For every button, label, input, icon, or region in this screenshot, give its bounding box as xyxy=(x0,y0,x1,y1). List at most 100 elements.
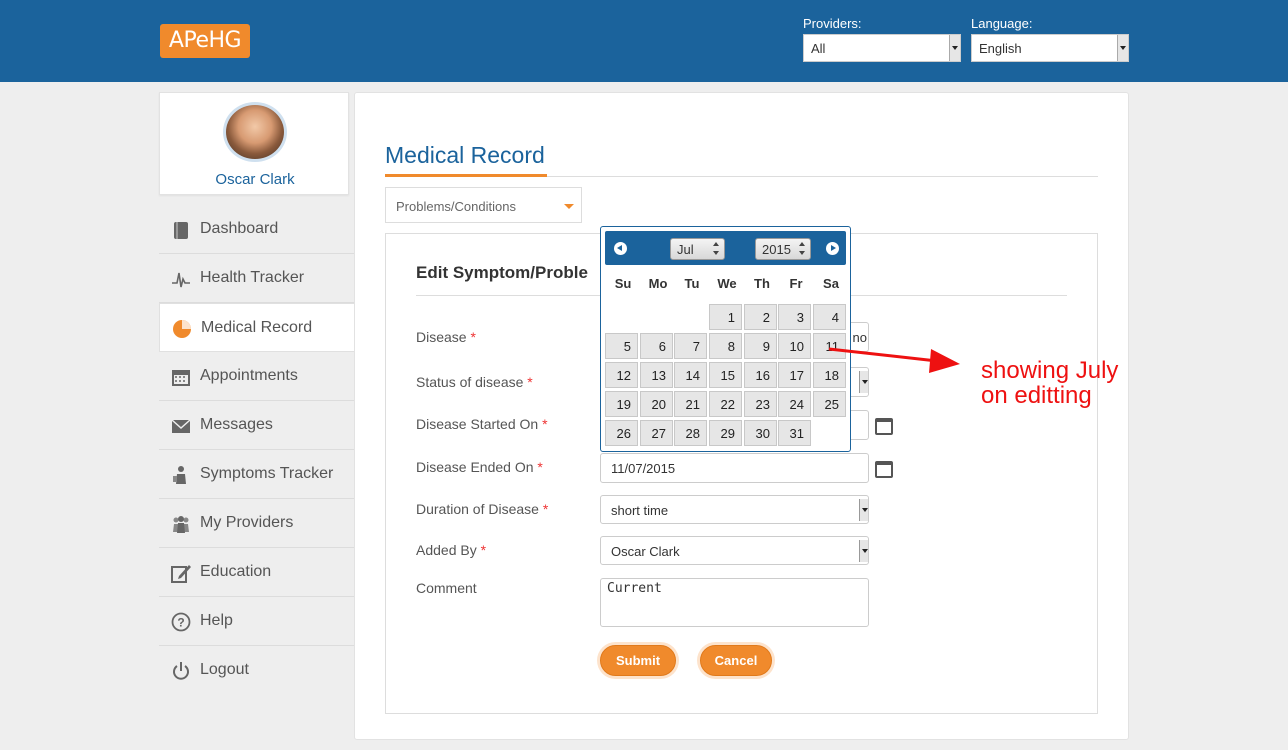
weekday-header: Sa xyxy=(823,276,839,291)
calendar-day[interactable]: 1 xyxy=(709,304,742,330)
weekday-header: Th xyxy=(754,276,770,291)
calendar-day[interactable]: 19 xyxy=(605,391,638,417)
calendar-icon xyxy=(172,370,190,386)
pie-chart-icon xyxy=(173,320,191,338)
sidebar-item-education[interactable]: Education xyxy=(159,548,354,597)
book-icon xyxy=(174,222,188,239)
calendar-icon[interactable] xyxy=(875,461,893,478)
calendar-day[interactable]: 28 xyxy=(674,420,707,446)
annotation-arrow-icon xyxy=(828,347,960,373)
sidebar-item-label: Help xyxy=(200,612,233,629)
envelope-icon xyxy=(171,419,191,433)
calendar-day[interactable]: 27 xyxy=(640,420,673,446)
calendar-day[interactable]: 29 xyxy=(709,420,742,446)
sidebar-item-symptoms-tracker[interactable]: Symptoms Tracker xyxy=(159,450,354,499)
profile-name[interactable]: Oscar Clark xyxy=(160,171,350,188)
calendar-day[interactable]: 9 xyxy=(744,333,777,359)
spinner-icon xyxy=(799,242,806,256)
calendar-day[interactable]: 20 xyxy=(640,391,673,417)
calendar-day[interactable]: 12 xyxy=(605,362,638,388)
calendar-day[interactable]: 26 xyxy=(605,420,638,446)
duration-select[interactable]: short time xyxy=(600,495,869,524)
calendar-icon[interactable] xyxy=(875,418,893,435)
weekday-header: Su xyxy=(614,276,632,291)
year-select[interactable]: 2015 xyxy=(755,238,811,260)
profile-card: Oscar Clark xyxy=(159,92,349,195)
sidebar-item-label: Health Tracker xyxy=(200,269,305,286)
calendar-day[interactable]: 17 xyxy=(778,362,811,388)
avatar[interactable] xyxy=(223,102,287,162)
providers-label: Providers: xyxy=(803,16,862,31)
dropdown-arrow-icon xyxy=(859,499,868,521)
calendar-day[interactable]: 16 xyxy=(744,362,777,388)
calendar-day[interactable]: 22 xyxy=(709,391,742,417)
sidebar-item-label: Logout xyxy=(200,661,249,678)
svg-text:?: ? xyxy=(177,616,184,630)
weekday-header: Tu xyxy=(684,276,700,291)
sidebar-item-label: Appointments xyxy=(200,367,298,384)
calendar-day[interactable]: 7 xyxy=(674,333,707,359)
sidebar-nav: Dashboard Health Tracker Medical Record … xyxy=(159,205,355,695)
category-select[interactable]: Problems/Conditions xyxy=(385,187,582,223)
calendar-day[interactable]: 6 xyxy=(640,333,673,359)
month-select[interactable]: Jul xyxy=(670,238,725,260)
heartbeat-icon xyxy=(172,272,190,288)
calendar-day[interactable]: 3 xyxy=(778,304,811,330)
calendar-day[interactable]: 10 xyxy=(778,333,811,359)
category-select-value: Problems/Conditions xyxy=(396,199,516,214)
calendar-day[interactable]: 8 xyxy=(709,333,742,359)
calendar-day[interactable]: 4 xyxy=(813,304,846,330)
sidebar-item-label: Symptoms Tracker xyxy=(200,465,334,482)
next-month-icon[interactable] xyxy=(826,242,839,255)
sidebar-item-label: Education xyxy=(200,563,272,580)
calendar-day[interactable]: 24 xyxy=(778,391,811,417)
app-logo[interactable]: APeHG xyxy=(160,24,250,58)
weekday-header: Fr xyxy=(789,276,803,291)
added-by-select[interactable]: Oscar Clark xyxy=(600,536,869,565)
calendar-day[interactable]: 31 xyxy=(778,420,811,446)
providers-select-value: All xyxy=(811,41,826,56)
dropdown-arrow-icon xyxy=(949,35,960,61)
page-title: Medical Record xyxy=(385,142,545,168)
language-label: Language: xyxy=(971,16,1033,31)
duration-label: Duration of Disease * xyxy=(416,501,549,517)
ended-label: Disease Ended On * xyxy=(416,459,543,475)
sidebar-item-label: My Providers xyxy=(200,514,294,531)
comment-label: Comment xyxy=(416,580,477,596)
sidebar-item-label: Dashboard xyxy=(200,220,279,237)
sidebar-item-messages[interactable]: Messages xyxy=(159,401,354,450)
submit-button[interactable]: Submit xyxy=(600,645,676,676)
question-icon: ? xyxy=(171,612,191,632)
language-select[interactable]: English xyxy=(971,34,1129,62)
comment-textarea[interactable]: Current xyxy=(600,578,869,627)
calendar-day[interactable]: 14 xyxy=(674,362,707,388)
calendar-day[interactable]: 13 xyxy=(640,362,673,388)
edit-icon xyxy=(171,565,191,583)
calendar-day[interactable]: 5 xyxy=(605,333,638,359)
providers-select[interactable]: All xyxy=(803,34,961,62)
sidebar-item-help[interactable]: ? Help xyxy=(159,597,354,646)
chevron-down-icon xyxy=(564,204,574,209)
weekday-header: Mo xyxy=(648,276,668,291)
datepicker-header: Jul 2015 xyxy=(605,231,846,265)
sidebar-item-logout[interactable]: Logout xyxy=(159,646,354,695)
calendar-day[interactable]: 30 xyxy=(744,420,777,446)
calendar-day[interactable]: 25 xyxy=(813,391,846,417)
calendar-day[interactable]: 23 xyxy=(744,391,777,417)
sidebar-item-health-tracker[interactable]: Health Tracker xyxy=(159,254,354,303)
sidebar-item-appointments[interactable]: Appointments xyxy=(159,352,354,401)
ended-date-input[interactable]: 11/07/2015 xyxy=(600,453,869,483)
dropdown-arrow-icon xyxy=(1117,35,1128,61)
weekday-header: We xyxy=(717,276,737,291)
sidebar-item-dashboard[interactable]: Dashboard xyxy=(159,205,354,254)
sidebar-item-label: Medical Record xyxy=(201,319,313,336)
calendar-day[interactable]: 21 xyxy=(674,391,707,417)
cancel-button[interactable]: Cancel xyxy=(700,645,772,676)
person-icon xyxy=(173,466,186,484)
sidebar-item-medical-record[interactable]: Medical Record xyxy=(159,303,355,352)
prev-month-icon[interactable] xyxy=(614,242,627,255)
datepicker: Jul 2015 Su Mo Tu We Th Fr Sa 1 2 3 4 5 6 7 8 9 10 11 12 13… xyxy=(600,226,851,452)
calendar-day[interactable]: 2 xyxy=(744,304,777,330)
sidebar-item-my-providers[interactable]: My Providers xyxy=(159,499,354,548)
calendar-day[interactable]: 15 xyxy=(709,362,742,388)
